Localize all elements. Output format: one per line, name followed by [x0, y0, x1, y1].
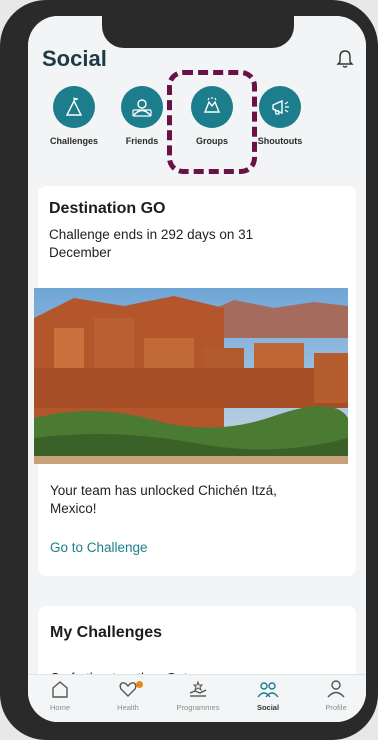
phone-frame: Social Challenges Friends Groups Shoutou…: [0, 0, 378, 740]
home-icon: [52, 681, 68, 698]
bell-icon[interactable]: [334, 48, 356, 70]
unlock-message: Your team has unlocked Chichén Itzá, Mex…: [50, 483, 277, 516]
nav-social[interactable]: Social: [238, 679, 298, 712]
nav-label: Programmes: [176, 703, 220, 712]
nav-label: Profile: [325, 703, 347, 712]
tab-label: Friends: [125, 136, 159, 146]
tab-label: Shoutouts: [257, 136, 303, 146]
challenge-title: Destination GO: [49, 200, 166, 217]
destination-photo: [34, 288, 348, 464]
nav-health[interactable]: Health: [98, 679, 158, 712]
megaphone-icon: [259, 86, 301, 128]
people-icon: [257, 682, 279, 698]
phone-notch: [102, 16, 294, 48]
person-icon: [327, 680, 345, 698]
groups-highlight-box: [167, 70, 257, 174]
tab-friends[interactable]: Friends: [110, 86, 174, 146]
hands-icon: [189, 680, 207, 697]
nav-label: Health: [117, 703, 139, 712]
nav-label: Social: [256, 703, 280, 712]
bottom-nav: Home Health Programmes Social Profile: [28, 674, 366, 722]
social-tabs: Challenges Friends Groups Shoutouts: [28, 70, 366, 180]
friends-icon: [121, 86, 163, 128]
tab-shoutouts[interactable]: Shoutouts: [248, 86, 312, 146]
my-challenges-title: My Challenges: [50, 624, 163, 641]
flag-icon: [53, 86, 95, 128]
notification-dot: [136, 681, 143, 688]
page-title: Social: [42, 46, 107, 71]
nav-profile[interactable]: Profile: [306, 679, 366, 712]
tab-label: Challenges: [49, 136, 98, 146]
go-to-challenge-link[interactable]: Go to Challenge: [50, 540, 148, 555]
nav-programmes[interactable]: Programmes: [168, 679, 228, 712]
nav-label: Home: [49, 703, 70, 712]
nav-home[interactable]: Home: [30, 679, 90, 712]
tab-challenges[interactable]: Challenges: [42, 86, 106, 146]
challenge-subtitle: Challenge ends in 292 days on 31 Decembe…: [49, 227, 254, 260]
app-screen: Social Challenges Friends Groups Shoutou…: [28, 16, 366, 722]
